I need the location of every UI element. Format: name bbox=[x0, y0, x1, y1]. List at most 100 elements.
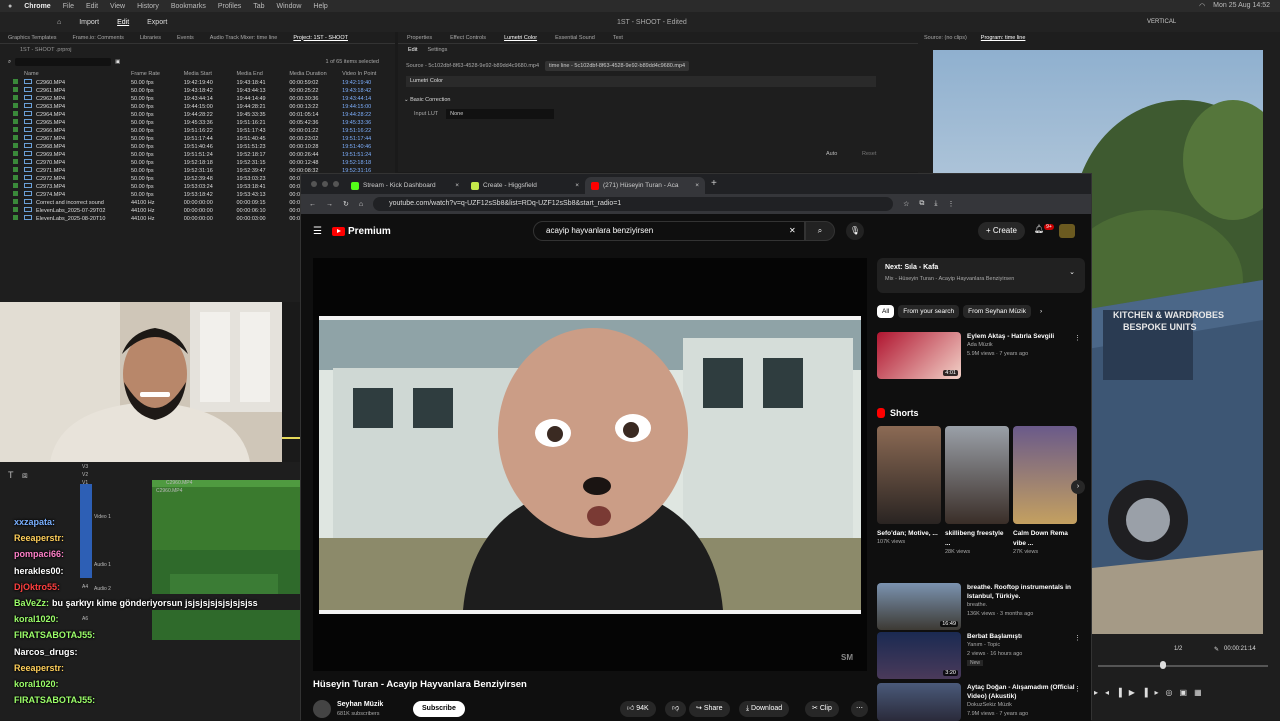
short-thumbnail[interactable] bbox=[945, 426, 1009, 524]
tab-libraries[interactable]: Libraries bbox=[132, 35, 169, 41]
label-color-chip[interactable] bbox=[13, 103, 18, 108]
new-tab-icon[interactable]: + bbox=[705, 178, 717, 194]
chat-username[interactable]: xxzapata: bbox=[14, 517, 55, 527]
youtube-logo[interactable]: Premium bbox=[331, 226, 391, 237]
label-color-chip[interactable] bbox=[13, 135, 18, 140]
star-icon[interactable]: ☆ bbox=[903, 200, 909, 208]
import-tab[interactable]: Import bbox=[70, 19, 108, 26]
more-icon[interactable]: ⋮ bbox=[1074, 634, 1081, 642]
share-button[interactable]: ↪ Share bbox=[689, 701, 730, 717]
chevron-down-icon[interactable]: ⌄ bbox=[404, 97, 409, 103]
chat-username[interactable]: herakles00: bbox=[14, 566, 64, 576]
more-actions-button[interactable]: ⋯ bbox=[851, 701, 868, 717]
chat-username[interactable]: DjOktro55: bbox=[14, 582, 60, 592]
menu-history[interactable]: History bbox=[137, 3, 159, 10]
chip-from-channel[interactable]: From Seyhan Müzik bbox=[963, 305, 1031, 318]
up-next-card[interactable]: Next: Sıla - Kafa Mix - Hüseyin Turan - … bbox=[877, 258, 1085, 293]
hamburger-icon[interactable]: ☰ bbox=[313, 226, 322, 237]
close-icon[interactable]: × bbox=[695, 182, 699, 189]
tab-program[interactable]: Program: time line bbox=[981, 35, 1026, 41]
menu-profiles[interactable]: Profiles bbox=[218, 3, 241, 10]
label-color-chip[interactable] bbox=[13, 191, 18, 196]
track-header[interactable]: V3 bbox=[82, 464, 88, 470]
clear-icon[interactable]: ✕ bbox=[789, 226, 796, 235]
column-header[interactable]: Media Start bbox=[184, 68, 237, 79]
project-search-input[interactable] bbox=[15, 58, 112, 66]
more-icon[interactable]: ⋮ bbox=[1074, 334, 1081, 342]
tab-kick[interactable]: Stream - Kick Dashboard × bbox=[345, 177, 465, 194]
menu-file[interactable]: File bbox=[63, 3, 74, 10]
source-clip[interactable]: Source - 5c102dbf-8f63-4528-9e92-b89dd4c… bbox=[406, 63, 539, 69]
extensions-icon[interactable]: ⧉ bbox=[919, 200, 924, 208]
export-tab[interactable]: Export bbox=[138, 19, 176, 26]
rec-item[interactable]: 4:01 Eylem Aktaş - Hatırla Sevgili Ada Mü… bbox=[877, 332, 1085, 379]
wrench-icon[interactable]: ✎ bbox=[1214, 646, 1219, 653]
label-color-chip[interactable] bbox=[13, 95, 18, 100]
menu-view[interactable]: View bbox=[110, 3, 125, 10]
short-item[interactable]: Sefo'dan; Motive, ... 107K views bbox=[877, 426, 941, 545]
menu-bookmarks[interactable]: Bookmarks bbox=[171, 3, 206, 10]
close-icon[interactable]: × bbox=[455, 182, 459, 189]
rec-thumbnail[interactable] bbox=[877, 683, 961, 721]
column-header[interactable]: Name bbox=[0, 68, 131, 79]
input-lut-select[interactable]: None bbox=[446, 109, 555, 119]
download-button[interactable]: ⤓ Download bbox=[739, 701, 790, 717]
label-color-chip[interactable] bbox=[13, 199, 18, 204]
column-header[interactable]: Media End bbox=[237, 68, 290, 79]
tab-source[interactable]: Source: (no clips) bbox=[924, 35, 967, 41]
more-icon[interactable]: ⋮ bbox=[1074, 685, 1081, 693]
rec-item[interactable]: 3:20 Berbat Başlamıştı Yanım - Topic 2 vie… bbox=[877, 632, 1085, 679]
label-color-chip[interactable] bbox=[13, 111, 18, 116]
subtab-edit[interactable]: Edit bbox=[408, 47, 417, 53]
rec-item[interactable]: Aytaç Doğan - Alışamadım (Official Video… bbox=[877, 683, 1085, 721]
address-bar[interactable]: youtube.com/watch?v=q-UZF12sSb8&list=RDq… bbox=[373, 197, 894, 211]
table-row[interactable]: C2960.MP4 50.00 fps 19:42:19:40 19:43:18:41… bbox=[0, 79, 395, 87]
menu-edit[interactable]: Edit bbox=[86, 3, 98, 10]
playhead-track[interactable] bbox=[1098, 665, 1268, 667]
rec-item[interactable]: 16:49 breathe. Rooftop instrumentals in … bbox=[877, 583, 1085, 630]
edit-tab[interactable]: Edit bbox=[108, 19, 138, 26]
chat-username[interactable]: pompaci66: bbox=[14, 549, 64, 559]
effect-dropdown[interactable]: Lumetri Color bbox=[406, 76, 876, 87]
table-row[interactable]: C2961.MP4 50.00 fps 19:43:18:42 19:43:44:13… bbox=[0, 87, 395, 95]
tab-text[interactable]: Text bbox=[604, 35, 632, 41]
reload-icon[interactable]: ↻ bbox=[343, 200, 349, 208]
tab-project[interactable]: Project: 1ST - SHOOT bbox=[285, 35, 356, 41]
chat-username[interactable]: koral1020: bbox=[14, 679, 59, 689]
label-color-chip[interactable] bbox=[13, 79, 18, 84]
chat-username[interactable]: FIRATSABOTAJ55: bbox=[14, 630, 95, 640]
table-row[interactable]: C2970.MP4 50.00 fps 19:52:18:18 19:52:31:15… bbox=[0, 159, 395, 167]
app-menu[interactable]: Chrome bbox=[24, 3, 50, 10]
chevron-right-icon[interactable]: › bbox=[1035, 305, 1047, 318]
forward-icon[interactable]: → bbox=[326, 201, 333, 208]
close-icon[interactable]: × bbox=[575, 182, 579, 189]
dislike-button[interactable]: 👎︎ bbox=[665, 701, 687, 717]
bell-icon[interactable]: 🔔︎ 9+ bbox=[1034, 224, 1054, 234]
tab-frameio[interactable]: Frame.io: Comments bbox=[65, 35, 132, 41]
table-row[interactable]: C2962.MP4 50.00 fps 19:43:44:14 19:44:14:49… bbox=[0, 95, 395, 103]
target-clip[interactable]: time line - 5c102dbf-8f63-4528-9e92-b89d… bbox=[545, 61, 690, 71]
label-color-chip[interactable] bbox=[13, 127, 18, 132]
clock[interactable]: Mon 25 Aug 14:52 bbox=[1213, 2, 1270, 10]
chip-all[interactable]: All bbox=[877, 305, 895, 318]
tab-lumetri-color[interactable]: Lumetri Color bbox=[495, 35, 546, 41]
apple-icon[interactable]: ● bbox=[8, 3, 12, 10]
caption-tool-icon[interactable]: ⧈ bbox=[22, 470, 28, 481]
short-thumbnail[interactable] bbox=[1013, 426, 1077, 524]
label-color-chip[interactable] bbox=[13, 159, 18, 164]
menu-icon[interactable]: ⋮ bbox=[948, 200, 955, 208]
menu-window[interactable]: Window bbox=[277, 3, 302, 10]
auto-button[interactable]: Auto bbox=[826, 151, 837, 157]
track-header[interactable]: V2 bbox=[82, 472, 88, 478]
tab-effect-controls[interactable]: Effect Controls bbox=[441, 35, 495, 41]
reset-button[interactable]: Reset bbox=[862, 151, 876, 157]
channel-avatar[interactable] bbox=[313, 700, 331, 718]
label-color-chip[interactable] bbox=[13, 183, 18, 188]
short-item[interactable]: skillibeng freestyle ... 28K views bbox=[945, 426, 1009, 555]
tab-higgsfield[interactable]: Create - Higgsfield × bbox=[465, 177, 585, 194]
clip-button[interactable]: ✂ Clip bbox=[805, 701, 839, 717]
short-thumbnail[interactable] bbox=[877, 426, 941, 524]
window-controls[interactable] bbox=[301, 181, 345, 194]
table-row[interactable]: C2964.MP4 50.00 fps 19:44:28:22 19:45:33:35… bbox=[0, 111, 395, 119]
table-row[interactable]: C2966.MP4 50.00 fps 19:51:16:22 19:51:17:43… bbox=[0, 127, 395, 135]
